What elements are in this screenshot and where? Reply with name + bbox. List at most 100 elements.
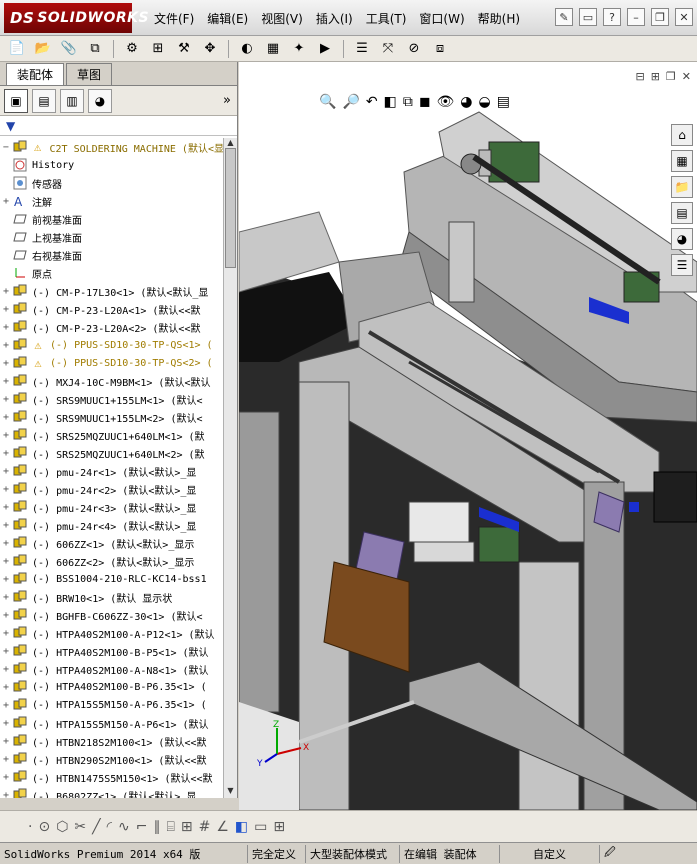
- expand-toggle[interactable]: +: [0, 682, 12, 693]
- status-units[interactable]: 自定义: [500, 844, 600, 863]
- file-explorer-icon[interactable]: 📁: [671, 176, 693, 198]
- tree-item[interactable]: 上视基准面: [0, 228, 224, 246]
- tree-item[interactable]: + (-) HTBN218S2M100<1> (默认<<默: [0, 732, 224, 750]
- expand-toggle[interactable]: +: [0, 358, 12, 369]
- expand-toggle[interactable]: +: [0, 718, 12, 729]
- tree-item[interactable]: + (-) HTPA40S2M100-B-P6.35<1> (: [0, 678, 224, 696]
- spline-icon[interactable]: ∿: [118, 819, 130, 835]
- tree-item[interactable]: + (-) 606ZZ<2> (默认<默认>_显示: [0, 552, 224, 570]
- help-icon[interactable]: ?: [603, 8, 621, 26]
- menu-item[interactable]: 插入(I): [312, 10, 362, 27]
- tree-item[interactable]: + (-) CM-P-23-L20A<2> (默认<<默: [0, 318, 224, 336]
- filter-icon[interactable]: ▼: [6, 119, 15, 133]
- tab-sketch[interactable]: 草图: [66, 63, 113, 85]
- display-style-icon[interactable]: ◼: [419, 94, 431, 110]
- close-icon[interactable]: ✕: [675, 8, 693, 26]
- solidworks-logo[interactable]: DS SOLIDWORKS: [4, 3, 149, 33]
- graphics-area[interactable]: ⊟ ⊞ ❐ ✕ 🔍 🔎 ↶ ◧ ⧉ ◼ 👁 ◕ ◒ ▤ ⌂ ▦ 📁 ▤ ◕ ☰ …: [239, 62, 697, 810]
- custom-properties-icon[interactable]: ☰: [671, 254, 693, 276]
- show-hidden-icon[interactable]: ◐: [236, 39, 258, 59]
- new-icon[interactable]: 📄: [6, 39, 28, 59]
- tree-item[interactable]: + (-) 606ZZ<1> (默认<默认>_显示: [0, 534, 224, 552]
- grid-icon[interactable]: #: [199, 819, 211, 835]
- tree-item[interactable]: History: [0, 156, 224, 174]
- mirror-icon[interactable]: ⌸: [166, 819, 174, 835]
- reference-geometry-icon[interactable]: ✦: [288, 39, 310, 59]
- expand-toggle[interactable]: +: [0, 502, 12, 513]
- tree-root[interactable]: − ⚠ C2T SOLDERING MACHINE (默认<显: [0, 138, 224, 156]
- view-orientation-icon[interactable]: ⧉: [403, 94, 413, 110]
- hide-show-items-icon[interactable]: 👁: [436, 94, 454, 110]
- move-component-icon[interactable]: ✥: [199, 39, 221, 59]
- tree-item[interactable]: + (-) BSS1004-210-RLC-KC14-bss1: [0, 570, 224, 588]
- viewport-restore-icon[interactable]: ❐: [666, 70, 676, 83]
- restore-icon[interactable]: ❐: [651, 8, 669, 26]
- polygon-icon[interactable]: ⬡: [56, 819, 68, 835]
- point-icon[interactable]: ·: [28, 819, 32, 835]
- display-manager-icon[interactable]: ◕: [88, 88, 112, 113]
- expand-toggle[interactable]: +: [0, 556, 12, 567]
- tile-icon[interactable]: ⊟: [635, 70, 644, 83]
- menu-item[interactable]: 视图(V): [257, 10, 312, 27]
- tree-item[interactable]: + ⚠ (-) PPUS-SD10-30-TP-QS<1> (: [0, 336, 224, 354]
- expand-toggle[interactable]: +: [0, 772, 12, 783]
- menu-item[interactable]: 工具(T): [362, 10, 416, 27]
- tree-item[interactable]: + (-) B6802ZZ<1> (默认<默认>_显: [0, 786, 224, 798]
- viewport-close-icon[interactable]: ✕: [682, 70, 691, 83]
- tree-item[interactable]: + (-) pmu-24r<2> (默认<默认>_显: [0, 480, 224, 498]
- expand-toggle[interactable]: +: [0, 430, 12, 441]
- expand-toggle[interactable]: +: [0, 646, 12, 657]
- expand-toggle[interactable]: +: [0, 628, 12, 639]
- tree-item[interactable]: + (-) HTPA40S2M100-A-N8<1> (默认: [0, 660, 224, 678]
- expand-toggle[interactable]: +: [0, 520, 12, 531]
- tree-item[interactable]: + (-) pmu-24r<1> (默认<默认>_显: [0, 462, 224, 480]
- tree-item[interactable]: + (-) HTPA40S2M100-A-P12<1> (默认: [0, 624, 224, 642]
- expand-toggle[interactable]: −: [0, 142, 12, 153]
- design-library-icon[interactable]: ▦: [671, 150, 693, 172]
- bill-of-materials-icon[interactable]: ☰: [351, 39, 373, 59]
- expand-toggle[interactable]: +: [0, 412, 12, 423]
- tree-item[interactable]: 前视基准面: [0, 210, 224, 228]
- open-icon[interactable]: 📂: [32, 39, 54, 59]
- expand-toggle[interactable]: +: [0, 538, 12, 549]
- expand-toggle[interactable]: +: [0, 376, 12, 387]
- dimension-icon[interactable]: ⊞: [181, 819, 193, 835]
- new-document-icon[interactable]: ▭: [579, 8, 597, 26]
- property-manager-icon[interactable]: ▤: [32, 88, 56, 113]
- tree-item[interactable]: 原点: [0, 264, 224, 282]
- tree-item[interactable]: + ⚠ (-) PPUS-SD10-30-TP-QS<2> (: [0, 354, 224, 372]
- view-palette-icon[interactable]: ▤: [671, 202, 693, 224]
- assembly-features-icon[interactable]: ▦: [262, 39, 284, 59]
- single-view-icon[interactable]: ▭: [254, 819, 267, 835]
- expand-toggle[interactable]: +: [0, 664, 12, 675]
- cube-view-icon[interactable]: ◧: [235, 819, 248, 835]
- expand-toggle[interactable]: +: [0, 286, 12, 297]
- expand-toggle[interactable]: +: [0, 304, 12, 315]
- clip-icon[interactable]: 📎: [58, 39, 80, 59]
- expand-toggle[interactable]: +: [0, 700, 12, 711]
- expand-toggle[interactable]: +: [0, 754, 12, 765]
- configuration-manager-icon[interactable]: ▥: [60, 88, 84, 113]
- expand-toggle[interactable]: +: [0, 610, 12, 621]
- scroll-down-icon[interactable]: ▼: [225, 786, 236, 798]
- exploded-view-icon[interactable]: ⤧: [377, 39, 399, 59]
- pattern-icon[interactable]: ⊞: [147, 39, 169, 59]
- trim-icon[interactable]: ✂: [74, 819, 86, 835]
- feature-manager-icon[interactable]: ▣: [4, 88, 28, 113]
- tree-item[interactable]: + A 注解: [0, 192, 224, 210]
- offset-icon[interactable]: ∥: [153, 819, 160, 835]
- menu-item[interactable]: 编辑(E): [203, 10, 257, 27]
- fillet-icon[interactable]: ⌐: [136, 819, 148, 835]
- pin-icon[interactable]: ✎: [555, 8, 573, 26]
- tree-item[interactable]: + (-) BGHFB-C606ZZ-30<1> (默认<: [0, 606, 224, 624]
- menu-item[interactable]: 窗口(W): [415, 10, 473, 27]
- edit-appearance-icon[interactable]: ◕: [460, 94, 472, 110]
- tree-item[interactable]: + (-) BRW10<1> (默认 显示状: [0, 588, 224, 606]
- tree-item[interactable]: + (-) HTPA15S5M150-A-P6<1> (默认: [0, 714, 224, 732]
- expand-toggle[interactable]: +: [0, 394, 12, 405]
- expand-icon[interactable]: »: [223, 93, 231, 108]
- expand-toggle[interactable]: +: [0, 592, 12, 603]
- smart-fastener-icon[interactable]: ⚒: [173, 39, 195, 59]
- line-icon[interactable]: ╱: [92, 819, 100, 835]
- tree-item[interactable]: + (-) SRS9MUUC1+155LM<1> (默认<: [0, 390, 224, 408]
